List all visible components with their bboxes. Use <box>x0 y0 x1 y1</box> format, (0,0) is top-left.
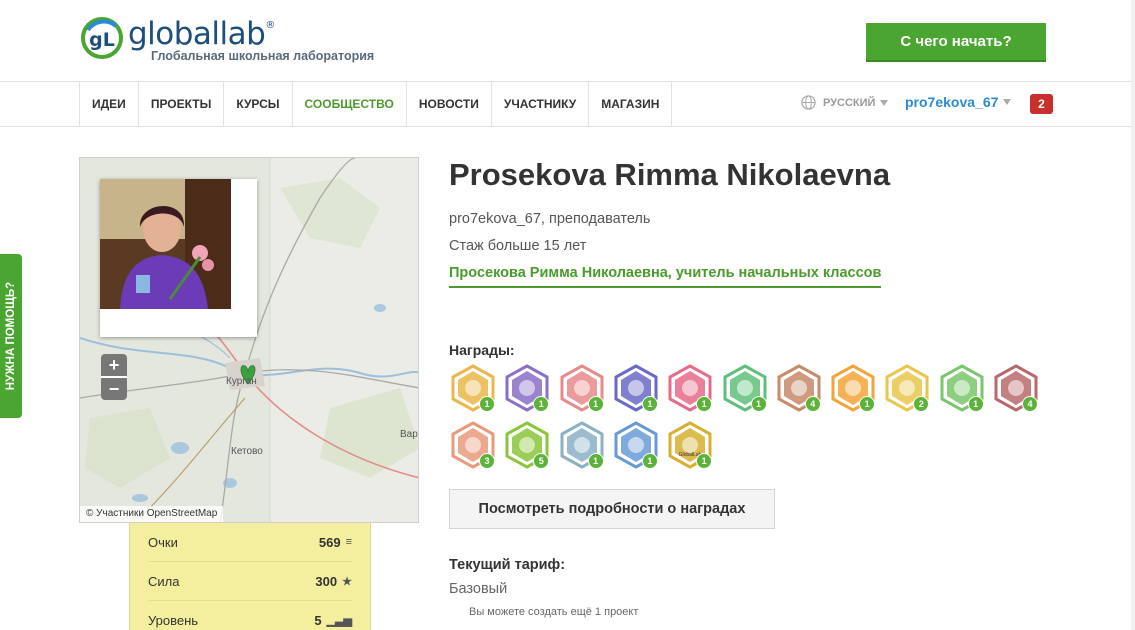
nav-item-shop[interactable]: МАГАЗИН <box>589 82 673 126</box>
award-count-badge: 1 <box>750 396 767 412</box>
awards-heading: Награды: <box>449 342 515 358</box>
help-tab-label: НУЖНА ПОМОЩЬ? <box>5 281 17 391</box>
owl-award-icon[interactable]: 4 <box>992 364 1040 412</box>
nav-item-ideas[interactable]: ИДЕИ <box>80 82 139 126</box>
chevron-down-icon <box>880 99 889 106</box>
award-details-button[interactable]: Посмотреть подробности о наградах <box>449 489 775 529</box>
award-count-badge: 1 <box>967 396 984 412</box>
zoom-out-button[interactable]: − <box>101 378 127 400</box>
award-count-badge: 4 <box>804 396 821 412</box>
svg-text:gL: gL <box>89 29 115 51</box>
map-city-label: Кетово <box>231 446 263 457</box>
map-zoom-control: + − <box>101 354 127 400</box>
main-nav: ИДЕИ ПРОЕКТЫ КУРСЫ СООБЩЕСТВО НОВОСТИ УЧ… <box>0 81 1135 127</box>
stat-label: Уровень <box>148 612 199 628</box>
tariff-note: Вы можете создать ещё 1 проект <box>469 606 639 618</box>
nav-item-courses[interactable]: КУРСЫ <box>224 82 293 126</box>
stat-row-level: Уровень 5 ▁▃▅ <box>148 601 352 630</box>
nav-item-community[interactable]: СООБЩЕСТВО <box>293 82 407 126</box>
stat-value: 5 <box>314 612 322 628</box>
globe-icon <box>801 95 816 110</box>
coins-icon: ≡ <box>345 536 352 548</box>
level-bars-icon: ▁▃▅ <box>326 614 352 627</box>
help-tab[interactable]: НУЖНА ПОМОЩЬ? <box>0 254 22 418</box>
profile-experience: Стаж больше 15 лет <box>449 238 587 254</box>
language-label: РУССКИЙ <box>823 96 876 109</box>
stat-row-power: Сила 300 ★ <box>148 562 352 601</box>
lighthouse-award-icon[interactable]: 1 <box>558 421 606 469</box>
award-count-badge: 1 <box>859 396 876 412</box>
award-count-badge: 1 <box>479 396 495 412</box>
profile-photo <box>100 179 231 309</box>
user-menu[interactable]: pro7ekova_67 <box>905 94 1012 110</box>
globallab-logo-icon: gL <box>81 17 123 59</box>
location-map[interactable]: Курган Кетово Вар + − © Участники OpenSt… <box>79 157 419 523</box>
page-edge-divider <box>1131 0 1135 630</box>
star-icon: ★ <box>342 575 352 588</box>
globe-award-icon[interactable]: 1 <box>721 364 769 412</box>
map-attribution[interactable]: © Участники OpenStreetMap <box>80 506 224 522</box>
palette-award-icon[interactable]: 3 <box>449 421 497 469</box>
jester-hat-award-icon[interactable]: 5 <box>503 421 551 469</box>
profile-tagline: Просекова Римма Николаевна, учитель нача… <box>449 265 882 288</box>
globallab-shield-award-icon[interactable]: GlobalLab 1 <box>666 421 714 469</box>
get-started-button[interactable]: С чего начать? <box>866 23 1046 62</box>
nav-item-projects[interactable]: ПРОЕКТЫ <box>139 82 225 126</box>
people-award-icon[interactable]: 1 <box>558 364 606 412</box>
award-count-badge: 4 <box>1022 396 1038 412</box>
notifications-badge[interactable]: 2 <box>1030 94 1053 114</box>
award-count-badge: 3 <box>479 453 495 469</box>
map-city-label: Вар <box>400 429 418 440</box>
site-header: gL globallab® Глобальная школьная лабора… <box>0 0 1135 82</box>
zoom-in-button[interactable]: + <box>101 354 127 376</box>
chevron-down-icon <box>1003 99 1012 105</box>
profile-name: Prosekova Rimma Nikolaevna <box>449 157 891 192</box>
username-label: pro7ekova_67 <box>905 94 999 110</box>
stat-label: Очки <box>148 534 178 550</box>
book-award-icon[interactable]: 2 <box>883 364 931 412</box>
award-count-badge: 1 <box>641 396 658 412</box>
nav-menu: ИДЕИ ПРОЕКТЫ КУРСЫ СООБЩЕСТВО НОВОСТИ УЧ… <box>79 82 673 126</box>
sun-dial-award-icon[interactable]: 1 <box>449 364 497 412</box>
atom-award-icon[interactable]: 1 <box>612 364 660 412</box>
test-tubes-award-icon[interactable]: 1 <box>938 364 986 412</box>
globallab-logo[interactable]: gL globallab® Глобальная школьная лабора… <box>80 14 410 64</box>
stat-value: 569 <box>318 534 341 550</box>
chalkboard-award-icon[interactable]: 1 <box>503 364 551 412</box>
stat-label: Сила <box>148 573 180 589</box>
tariff-value: Базовый <box>449 581 508 597</box>
logo-subtitle: Глобальная школьная лаборатория <box>151 49 375 63</box>
tariff-heading: Текущий тариф: <box>449 557 566 573</box>
language-selector[interactable]: РУССКИЙ <box>801 95 889 110</box>
award-count-badge: 1 <box>587 453 604 469</box>
microscope-award-icon[interactable]: 1 <box>666 364 714 412</box>
carrot-award-icon[interactable]: 1 <box>829 364 877 412</box>
stat-row-points: Очки 569 ≡ <box>148 523 352 562</box>
nav-item-participant[interactable]: УЧАСТНИКУ <box>492 82 590 126</box>
awards-grid: 1 1 1 1 1 1 4 1 2 1 4 3 5 1 1 GlobalLab 1 <box>449 364 1069 474</box>
nav-item-news[interactable]: НОВОСТИ <box>407 82 492 126</box>
award-count-badge: 1 <box>587 396 604 412</box>
profile-role: pro7ekova_67, преподаватель <box>449 211 651 227</box>
avatar <box>100 179 257 337</box>
award-count-badge: 1 <box>641 453 658 469</box>
map-city-label: Курган <box>226 376 257 387</box>
trademark-mark: ® <box>265 20 275 31</box>
stat-value: 300 <box>315 573 338 589</box>
user-stats-panel: Очки 569 ≡ Сила 300 ★ Уровень 5 ▁▃▅ <box>129 523 371 630</box>
cart-award-icon[interactable]: 4 <box>775 364 823 412</box>
logo-wordmark: globallab <box>128 16 266 52</box>
typewriter-award-icon[interactable]: 1 <box>612 421 660 469</box>
